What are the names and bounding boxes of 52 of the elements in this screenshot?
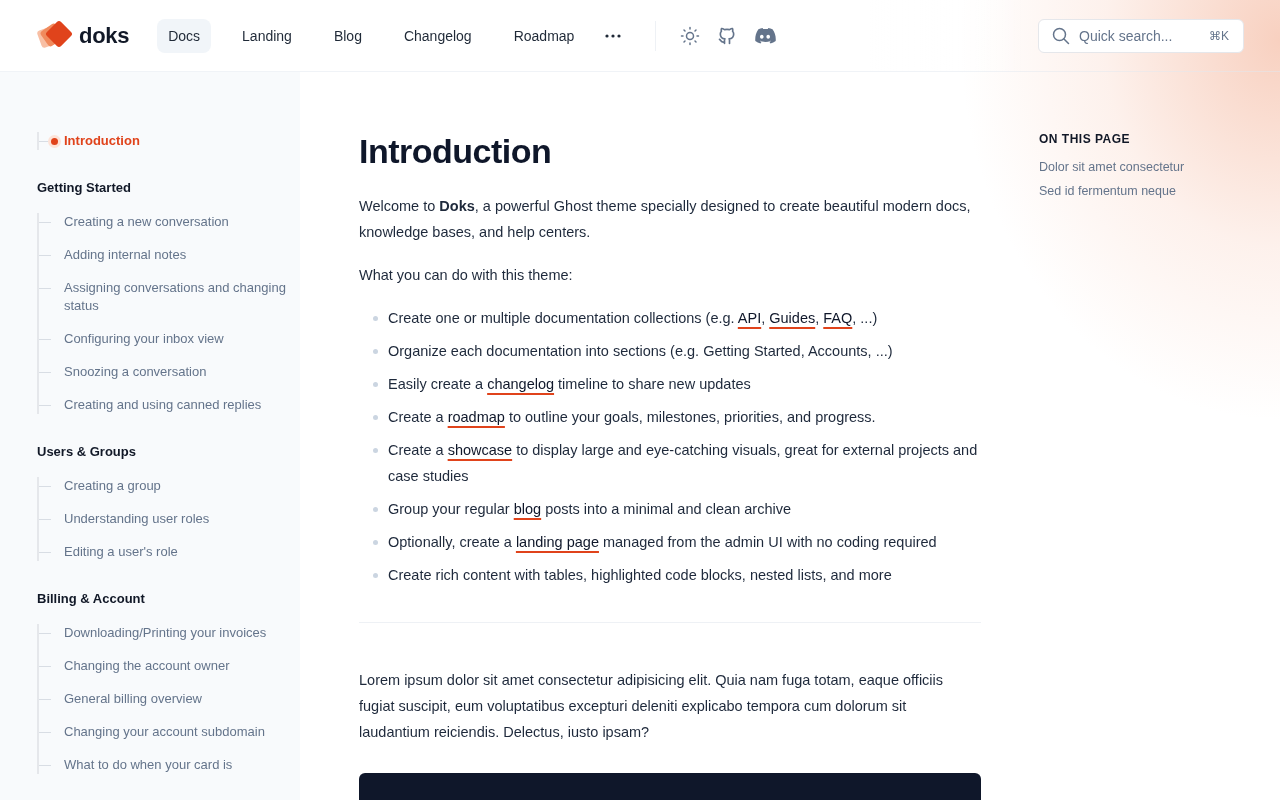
sidebar-link[interactable]: Downloading/Printing your invoices bbox=[64, 624, 267, 642]
lead-paragraph: What you can do with this theme: bbox=[359, 266, 574, 285]
text-link[interactable]: FAQ bbox=[823, 310, 853, 326]
text-link[interactable]: blog bbox=[513, 501, 542, 517]
sidebar-section-title: Billing & Account bbox=[37, 591, 146, 606]
sidebar-link[interactable]: What to do when your card is bbox=[64, 756, 233, 774]
sidebar-link[interactable]: Changing your account subdomain bbox=[64, 723, 265, 741]
more-icon[interactable] bbox=[605, 33, 622, 38]
sidebar-link[interactable]: Adding internal notes bbox=[64, 246, 187, 264]
text-link[interactable]: roadmap bbox=[447, 409, 505, 425]
toc-title: ON THIS PAGE bbox=[1039, 132, 1131, 146]
sidebar-link[interactable]: Snoozing a conversation bbox=[64, 363, 207, 381]
feature-item: Optionally, create a landing page managed from the admin UI with no coding required bbox=[388, 533, 937, 552]
feature-item: Group your regular blog posts into a minimal and clean archive bbox=[388, 500, 791, 519]
sidebar-section-title: Users & Groups bbox=[37, 444, 137, 459]
body-paragraph: Lorem ipsum dolor sit amet consectetur adipisicing elit. Quia nam fuga totam, eaque officiis fugiat suscipit, eum voluptatibus excepturi deleniti explicabo tempora cum dolorum sit laudantium reiciendis. Delectus, iusto ipsam? bbox=[359, 671, 945, 742]
sun-icon[interactable] bbox=[680, 25, 701, 46]
sidebar-link[interactable]: General billing overview bbox=[64, 690, 202, 708]
feature-item: Create rich content with tables, highlighted code blocks, nested lists, and more bbox=[388, 566, 892, 585]
text-link[interactable]: landing page bbox=[515, 534, 599, 550]
nav-link[interactable]: Landing bbox=[231, 18, 303, 53]
feature-item: Organize each documentation into sections (e.g. Getting Started, Accounts, ...) bbox=[388, 342, 893, 361]
sidebar-link[interactable]: Editing a user's role bbox=[64, 543, 178, 561]
text-link[interactable]: changelog bbox=[487, 376, 555, 392]
sidebar-link[interactable]: Assigning conversations and changing status bbox=[64, 279, 290, 315]
text-link[interactable]: showcase bbox=[447, 442, 513, 458]
feature-item: Create one or multiple documentation collections (e.g. API, Guides, FAQ, ...) bbox=[388, 309, 878, 328]
nav-link[interactable]: Docs bbox=[157, 18, 212, 53]
active-dot bbox=[51, 138, 58, 145]
shortcut-hint: ⌘K bbox=[1209, 28, 1229, 43]
feature-item: Create a showcase to display large and eye-catching visuals, great for external projects and case studies bbox=[388, 441, 979, 486]
page-title: Introduction bbox=[359, 132, 553, 171]
intro-paragraph: Welcome to Doks, a powerful Ghost theme specially designed to create beautiful modern docs, knowledge bases, and help centers. bbox=[359, 197, 972, 242]
toc-link[interactable]: Sed id fermentum neque bbox=[1039, 184, 1176, 198]
sidebar-link[interactable]: Creating a group bbox=[64, 477, 161, 495]
nav-link[interactable]: Changelog bbox=[392, 18, 483, 53]
discord-icon[interactable] bbox=[754, 26, 777, 45]
sidebar-link[interactable]: Understanding user roles bbox=[64, 510, 210, 528]
search-icon bbox=[1052, 26, 1070, 45]
toc-link[interactable]: Dolor sit amet consectetur bbox=[1039, 160, 1185, 174]
sidebar-link[interactable]: Configuring your inbox view bbox=[64, 330, 224, 348]
sidebar-link[interactable]: Creating a new conversation bbox=[64, 213, 229, 231]
feature-item: Create a roadmap to outline your goals, milestones, priorities, and progress. bbox=[388, 408, 876, 427]
nav-link[interactable]: Roadmap bbox=[502, 18, 586, 53]
sidebar-link[interactable]: Changing the account owner bbox=[64, 657, 230, 675]
brand-name[interactable]: doks bbox=[79, 22, 130, 49]
sidebar-link[interactable]: Introduction bbox=[64, 132, 140, 150]
feature-item: Easily create a changelog timeline to share new updates bbox=[388, 375, 751, 394]
text-link[interactable]: API bbox=[737, 310, 762, 326]
sidebar-link[interactable]: Creating and using canned replies bbox=[64, 396, 262, 414]
nav-link[interactable]: Blog bbox=[322, 18, 373, 53]
sidebar-section-title: Getting Started bbox=[37, 180, 132, 195]
